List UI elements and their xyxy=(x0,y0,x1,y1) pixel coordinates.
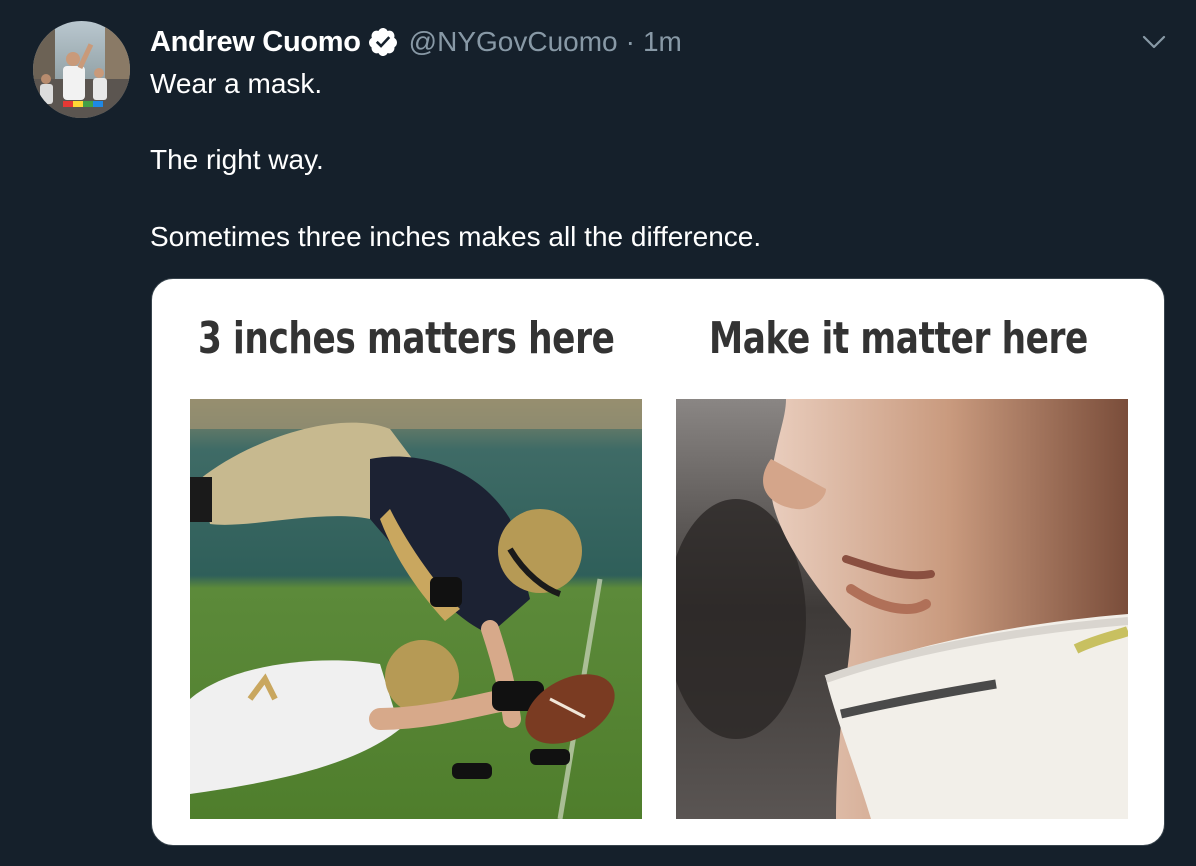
author-handle[interactable]: @NYGovCuomo xyxy=(409,26,618,58)
media-card[interactable]: 3 inches matters here Make it matter her… xyxy=(151,278,1165,846)
right-caption: Make it matter here xyxy=(709,313,1088,364)
left-caption: 3 inches matters here xyxy=(198,313,615,364)
tweet[interactable]: Andrew Cuomo @NYGovCuomo · 1m Wear a mas… xyxy=(0,0,1196,866)
tweet-text-line-2: The right way. xyxy=(150,144,324,175)
tweet-header: Andrew Cuomo @NYGovCuomo · 1m xyxy=(150,22,682,62)
tweet-text-line-3: Sometimes three inches makes all the dif… xyxy=(150,221,762,252)
author-name[interactable]: Andrew Cuomo xyxy=(150,26,361,59)
chevron-down-icon[interactable] xyxy=(1140,30,1168,54)
avatar-photo xyxy=(33,21,130,118)
tweet-text-line-1: Wear a mask. xyxy=(150,68,323,99)
separator-dot: · xyxy=(625,26,635,57)
avatar[interactable] xyxy=(33,21,130,118)
verified-badge-icon xyxy=(367,26,399,58)
football-photo[interactable] xyxy=(190,399,642,819)
timestamp[interactable]: 1m xyxy=(643,26,682,58)
mask-photo[interactable] xyxy=(676,399,1128,819)
